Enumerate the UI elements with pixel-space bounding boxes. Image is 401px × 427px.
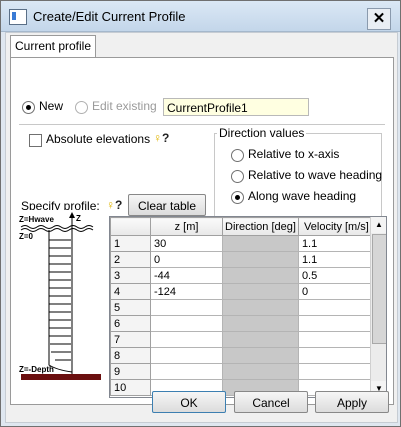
table-row[interactable]: 9: [110, 363, 375, 380]
diagram-z-axis: Z: [76, 214, 81, 223]
z-cell[interactable]: 30: [150, 235, 223, 252]
velocity-cell[interactable]: [297, 315, 375, 332]
header-z[interactable]: z [m]: [150, 217, 223, 236]
table-row[interactable]: 3 -44 0.5: [110, 267, 375, 284]
absolute-elevations-checkbox[interactable]: [29, 134, 42, 147]
direction-cell[interactable]: [222, 267, 299, 284]
apply-button[interactable]: Apply: [315, 391, 389, 413]
profile-name-input[interactable]: CurrentProfile1: [163, 98, 309, 116]
along-wave-heading-label: Along wave heading: [248, 189, 357, 203]
table-row[interactable]: 1 30 1.1: [110, 235, 375, 252]
table-row[interactable]: 8: [110, 347, 375, 364]
table-header-row: z [m] Direction [deg] Velocity [m/s]: [110, 217, 375, 236]
dialog-window: Create/Edit Current Profile ✕ Current pr…: [0, 0, 401, 427]
scroll-up-icon[interactable]: ▲: [371, 217, 386, 233]
direction-cell[interactable]: [222, 363, 299, 380]
relative-x-axis-radio[interactable]: [231, 149, 244, 162]
close-button[interactable]: ✕: [367, 8, 391, 30]
velocity-cell[interactable]: [297, 363, 375, 380]
new-radio[interactable]: [22, 101, 35, 114]
scroll-thumb[interactable]: [372, 234, 386, 344]
row-header-cell: 4: [110, 283, 151, 300]
z-cell[interactable]: [150, 347, 223, 364]
table-row[interactable]: 6: [110, 315, 375, 332]
window-title: Create/Edit Current Profile: [33, 9, 186, 24]
direction-cell[interactable]: [222, 251, 299, 268]
clear-table-button[interactable]: Clear table: [128, 194, 206, 216]
title-bar[interactable]: Create/Edit Current Profile ✕: [1, 1, 400, 32]
profile-table-grid: z [m] Direction [deg] Velocity [m/s] 1 30…: [110, 217, 375, 396]
new-label: New: [39, 99, 64, 113]
absolute-elevations-label: Absolute elevations: [46, 132, 151, 146]
direction-cell[interactable]: [222, 235, 299, 252]
header-direction[interactable]: Direction [deg]: [222, 217, 299, 236]
velocity-cell[interactable]: 1.1: [297, 251, 375, 268]
z-cell[interactable]: [150, 315, 223, 332]
ok-button[interactable]: OK: [152, 391, 226, 413]
edit-existing-label: Edit existing: [92, 99, 157, 113]
row-header-cell: 6: [110, 315, 151, 332]
diagram-z-depth: Z=-Depth: [19, 365, 54, 374]
velocity-cell[interactable]: [297, 299, 375, 316]
velocity-cell[interactable]: 0.5: [297, 267, 375, 284]
tab-panel: New Edit existing CurrentProfile1 Absolu…: [10, 57, 394, 405]
relative-wave-heading-label: Relative to wave heading: [248, 168, 383, 182]
profile-diagram: Z=Hwave Z Z=0 Z=-Depth: [19, 210, 103, 380]
diagram-z-zero: Z=0: [19, 232, 34, 241]
table-scrollbar[interactable]: ▲ ▼: [370, 217, 386, 397]
velocity-cell[interactable]: [297, 331, 375, 348]
profile-table[interactable]: z [m] Direction [deg] Velocity [m/s] 1 30…: [109, 216, 387, 398]
z-cell[interactable]: [150, 363, 223, 380]
velocity-cell[interactable]: 1.1: [297, 235, 375, 252]
help-bulb-icon[interactable]: ♀?: [153, 131, 169, 145]
row-header-cell: 5: [110, 299, 151, 316]
app-icon: [9, 9, 27, 25]
direction-cell[interactable]: [222, 331, 299, 348]
table-row[interactable]: 4 -124 0: [110, 283, 375, 300]
cancel-button[interactable]: Cancel: [234, 391, 308, 413]
header-corner: [110, 217, 151, 236]
direction-cell[interactable]: [222, 299, 299, 316]
table-row[interactable]: 7: [110, 331, 375, 348]
table-row[interactable]: 5: [110, 299, 375, 316]
direction-values-title: Direction values: [217, 126, 307, 140]
direction-cell[interactable]: [222, 315, 299, 332]
help-bulb-icon[interactable]: ♀?: [106, 198, 122, 212]
velocity-cell[interactable]: [297, 347, 375, 364]
edit-existing-radio[interactable]: [75, 101, 88, 114]
row-header-cell: 10: [110, 379, 151, 396]
z-cell[interactable]: [150, 299, 223, 316]
direction-cell[interactable]: [222, 347, 299, 364]
row-header-cell: 9: [110, 363, 151, 380]
diagram-z-hwave: Z=Hwave: [19, 215, 54, 224]
row-header-cell: 2: [110, 251, 151, 268]
relative-x-axis-label: Relative to x-axis: [248, 147, 340, 161]
table-row[interactable]: 2 0 1.1: [110, 251, 375, 268]
z-cell[interactable]: -124: [150, 283, 223, 300]
along-wave-heading-radio[interactable]: [231, 191, 244, 204]
header-velocity[interactable]: Velocity [m/s]: [297, 217, 375, 236]
relative-wave-heading-radio[interactable]: [231, 170, 244, 183]
row-header-cell: 7: [110, 331, 151, 348]
dialog-client: Current profile New Edit existing Curren…: [5, 32, 398, 423]
direction-cell[interactable]: [222, 283, 299, 300]
separator: [19, 124, 385, 125]
row-header-cell: 8: [110, 347, 151, 364]
row-header-cell: 3: [110, 267, 151, 284]
z-cell[interactable]: 0: [150, 251, 223, 268]
row-header-cell: 1: [110, 235, 151, 252]
velocity-cell[interactable]: 0: [297, 283, 375, 300]
z-cell[interactable]: -44: [150, 267, 223, 284]
tab-current-profile[interactable]: Current profile: [10, 35, 96, 58]
z-cell[interactable]: [150, 331, 223, 348]
